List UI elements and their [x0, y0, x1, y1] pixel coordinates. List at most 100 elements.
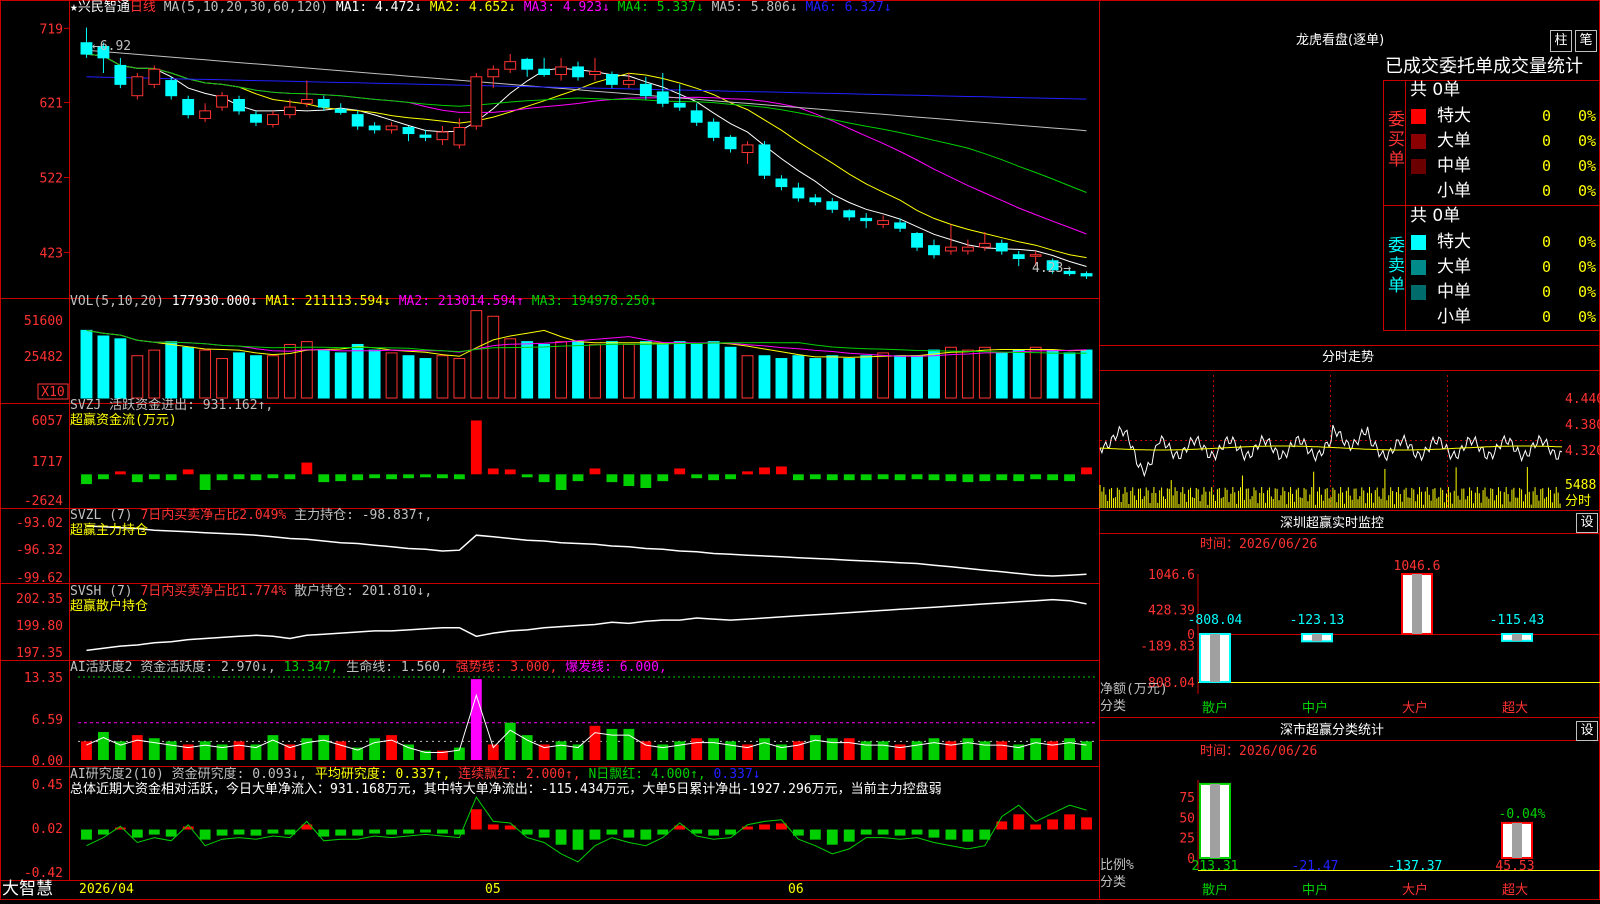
- candle-body: [351, 114, 364, 127]
- ai2-bar: [420, 829, 431, 833]
- volume-bars: [80, 310, 1093, 399]
- candle-body: [707, 121, 720, 138]
- ai2-bar: [979, 829, 991, 840]
- ai1-bar: [691, 738, 703, 760]
- svzj-bar: [979, 474, 991, 482]
- ai1-bar: [403, 744, 414, 760]
- ai1-y-tick-1: 6.59: [32, 713, 63, 728]
- svzj-bar: [81, 474, 92, 485]
- period-label[interactable]: 日线: [130, 0, 156, 15]
- sz-monitor-settings-button[interactable]: 设: [1576, 513, 1598, 533]
- svzj-bar: [1030, 474, 1042, 480]
- sell-total: 共 0单: [1410, 206, 1461, 226]
- sell-row-value-2: 0: [1542, 283, 1552, 301]
- sell-orders-label: 委卖单: [1388, 236, 1405, 296]
- brand-logo[interactable]: 大智慧: [2, 880, 53, 899]
- buy-row-label-1: 大单: [1437, 131, 1471, 151]
- vol-legend-item-3: MA2: 213014.594↑: [398, 294, 532, 309]
- volume-bar: [1029, 346, 1042, 399]
- candle-body: [978, 242, 991, 248]
- buy-orders-label: 委买单: [1388, 110, 1405, 170]
- svzj-bar: [148, 474, 160, 480]
- ai2-bar: [148, 829, 160, 835]
- ma-legend-item-6: MA6: 6.327↓: [805, 0, 892, 15]
- ai1-bars: [81, 679, 1092, 760]
- svzl-legend-item-2: 主力持仓: -98.837↑,: [294, 508, 433, 523]
- sz-monitor-cat-3: 超大: [1502, 701, 1528, 716]
- ma-legend-item-1: MA1: 4.472↓: [335, 0, 430, 15]
- ai2-bar: [165, 829, 177, 837]
- volume-bar: [589, 343, 601, 399]
- date-label-2: 05: [485, 882, 501, 897]
- volume-bar: [860, 355, 873, 399]
- svzj-bar: [911, 474, 923, 480]
- svzj-bar: [437, 474, 448, 479]
- volume-bar: [961, 349, 974, 399]
- star-icon[interactable]: ★: [70, 0, 78, 15]
- ai1-bar: [301, 738, 313, 760]
- ai2-bar: [487, 824, 499, 830]
- volume-bar: [385, 352, 398, 399]
- buy-swatch-2: [1411, 159, 1426, 174]
- ai2-bar: [470, 809, 482, 830]
- ai1-bar: [640, 741, 652, 760]
- svzj-bar: [487, 468, 499, 475]
- candle-body: [843, 210, 856, 218]
- ai2-legend-item-2: 连续飘红: 2.000↑,: [458, 767, 589, 782]
- tick-mode-button[interactable]: 笔: [1575, 30, 1597, 52]
- svsh-legend-item-1: 7日内买卖净占比1.774%: [140, 584, 295, 599]
- svzl-legend: SVZL (7) 7日内买卖净占比2.049% 主力持仓: -98.837↑, …: [70, 508, 432, 538]
- ai2-bar: [386, 829, 397, 835]
- volume-bar: [555, 341, 567, 399]
- volume-bar: [877, 352, 890, 399]
- main-y-tick-3: 423: [40, 246, 63, 261]
- charts-canvas[interactable]: 719 621 522 423 ←6.92 4.23→ 51600 25482 X10 6057 1…: [0, 0, 1600, 900]
- sz-stats-cat-2: 大户: [1402, 882, 1428, 898]
- ai1-bar: [233, 741, 245, 760]
- volume-bar: [368, 349, 381, 399]
- volume-bar: [216, 358, 228, 399]
- bar-mode-button[interactable]: 柱: [1550, 30, 1572, 52]
- vol-y-tick-1: 25482: [24, 350, 63, 365]
- intraday-tick-2: 4.380: [1565, 418, 1600, 433]
- outer-frame: [0, 0, 1600, 900]
- svzl-subtitle: 超赢主力持仓: [70, 523, 149, 538]
- ma-legend-item-3: MA3: 4.923↓: [523, 0, 618, 15]
- sz-monitor-y-tick-3: -189.83: [1140, 639, 1195, 654]
- candle-body: [995, 242, 1008, 252]
- sz-stats-time: 时间：2026/06/26: [1200, 744, 1318, 759]
- ai1-bar: [369, 738, 381, 760]
- ai2-bar: [538, 829, 550, 838]
- svzj-bar: [131, 474, 143, 483]
- volume-bar: [978, 346, 991, 399]
- buy-swatch-1: [1411, 134, 1426, 149]
- candle-body: [385, 125, 398, 131]
- ai1-bar: [98, 732, 109, 760]
- svzj-bar: [199, 474, 211, 490]
- candle-body: [300, 99, 313, 104]
- svzj-bar: [420, 474, 431, 478]
- stock-name[interactable]: 兴民智通: [78, 0, 130, 15]
- ai1-legend-item-3: 强势线: 3.000,: [455, 660, 566, 675]
- svzj-bar: [674, 468, 686, 475]
- volume-bar: [80, 329, 93, 399]
- sz-stats-settings-button[interactable]: 设: [1576, 721, 1598, 741]
- ai2-legend-item-4: 0.337↓: [713, 767, 761, 782]
- dzh-workspace: 719 621 522 423 ←6.92 4.23→ 51600 25482 X10 6057 1…: [0, 0, 1600, 900]
- svzj-y-tick-2: -2624: [24, 494, 63, 509]
- svzj-bar: [792, 474, 804, 481]
- ai1-bar: [759, 738, 770, 760]
- ai1-bar: [1030, 738, 1042, 760]
- intraday-title[interactable]: 分时走势: [1322, 350, 1374, 365]
- ai2-bar: [860, 829, 872, 835]
- ai2-bar: [1081, 817, 1092, 830]
- lhb-tabs[interactable]: 已成交委托单成交量统计: [1385, 57, 1583, 77]
- candle-body: [741, 144, 754, 154]
- candle-body: [961, 246, 974, 252]
- sz-monitor-cat: 分类: [1100, 699, 1127, 714]
- candle-body: [775, 178, 788, 188]
- svzj-bar: [843, 474, 855, 481]
- ai2-bar: [894, 829, 906, 836]
- svzj-bar: [742, 471, 753, 475]
- svzj-bar: [233, 474, 245, 480]
